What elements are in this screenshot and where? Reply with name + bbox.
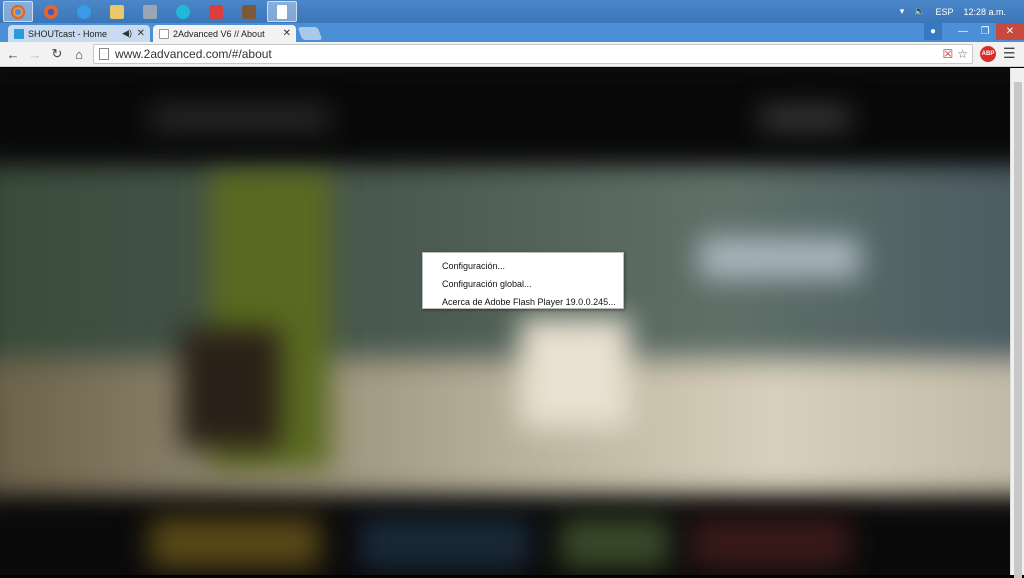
close-window-button[interactable]: ✕ [996, 23, 1024, 40]
vertical-scrollbar[interactable] [1010, 68, 1024, 578]
adblock-plus-icon[interactable]: ABP [980, 46, 996, 62]
taskbar-app-button[interactable] [201, 1, 231, 22]
new-tab-button[interactable] [297, 27, 323, 40]
menu-icon[interactable]: ☰ [1003, 45, 1016, 62]
internet-explorer-icon [77, 4, 91, 19]
tab-title: 2Advanced V6 // About [173, 28, 265, 39]
restore-button[interactable]: ❐ [974, 23, 996, 40]
language-indicator[interactable]: ESP [935, 7, 953, 17]
taskbar-chrome-button[interactable] [3, 1, 33, 22]
firefox-icon [44, 4, 58, 19]
menu-item-global-settings[interactable]: Configuración global... [423, 275, 623, 293]
background-image [700, 238, 860, 278]
star-icon[interactable]: ☆ [957, 47, 968, 61]
menu-item-settings[interactable]: Configuración... [423, 257, 623, 275]
favicon-icon [14, 28, 24, 39]
scrollbar-thumb[interactable] [1014, 82, 1022, 578]
menu-item-about-flash[interactable]: Acerca de Adobe Flash Player 19.0.0.245.… [423, 293, 623, 311]
background-image [360, 518, 530, 568]
background-image [150, 108, 330, 128]
background-image [560, 518, 670, 568]
speaker-icon[interactable]: ◀) [122, 28, 132, 39]
system-tray: ▾ 🔈 ESP 12:28 a.m. [900, 0, 1024, 23]
taskbar-app-button[interactable] [168, 1, 198, 22]
page-icon [99, 48, 109, 60]
tab-title: SHOUTcast - Home [28, 28, 108, 39]
background-image [150, 518, 320, 568]
calendar-icon [143, 4, 157, 19]
taskbar-firefox-button[interactable] [36, 1, 66, 22]
app-icon [176, 4, 190, 19]
forward-button[interactable]: → [24, 43, 46, 65]
taskbar: ▾ 🔈 ESP 12:28 a.m. [0, 0, 1024, 23]
chevron-up-icon[interactable]: ▾ [900, 6, 905, 17]
background-image [690, 518, 850, 568]
background-image [760, 108, 850, 128]
background-image [0, 358, 1010, 508]
file-explorer-icon [110, 4, 124, 19]
flash-context-menu: Configuración... Configuración global...… [422, 252, 624, 309]
app-icon [209, 4, 223, 19]
url-text[interactable]: www.2advanced.com/#/about [115, 47, 272, 61]
blocked-plugin-icon[interactable]: ☒ [942, 47, 953, 61]
background-image [520, 318, 630, 428]
close-icon[interactable]: ✕ [137, 28, 145, 39]
speaker-icon[interactable]: 🔈 [914, 6, 925, 17]
media-icon [242, 4, 256, 19]
chrome-icon [11, 4, 25, 19]
close-icon[interactable]: ✕ [283, 28, 291, 39]
minimize-button[interactable]: — [952, 23, 974, 40]
document-icon [277, 4, 287, 19]
address-bar[interactable]: www.2advanced.com/#/about ☒ ☆ [93, 44, 973, 64]
flash-content-area[interactable] [0, 68, 1010, 575]
taskbar-calendar-button[interactable] [135, 1, 165, 22]
home-button[interactable]: ⌂ [68, 43, 90, 65]
tab-strip: SHOUTcast - Home ◀) ✕ 2Advanced V6 // Ab… [0, 23, 1024, 42]
reload-button[interactable]: ↻ [46, 43, 68, 65]
taskbar-media-button[interactable] [234, 1, 264, 22]
back-button[interactable]: ← [2, 43, 24, 65]
browser-toolbar: ← → ↻ ⌂ www.2advanced.com/#/about ☒ ☆ AB… [0, 42, 1024, 67]
taskbar-explorer-button[interactable] [102, 1, 132, 22]
background-image [180, 328, 280, 448]
taskbar-document-button[interactable] [267, 1, 297, 22]
tab-shoutcast[interactable]: SHOUTcast - Home ◀) ✕ [8, 25, 150, 42]
page-icon [159, 28, 169, 39]
clock[interactable]: 12:28 a.m. [963, 7, 1006, 17]
window-controls: ● — ❐ ✕ [924, 23, 1024, 42]
taskbar-ie-button[interactable] [69, 1, 99, 22]
user-icon[interactable]: ● [924, 23, 942, 40]
tab-2advanced[interactable]: 2Advanced V6 // About ✕ [153, 25, 296, 42]
